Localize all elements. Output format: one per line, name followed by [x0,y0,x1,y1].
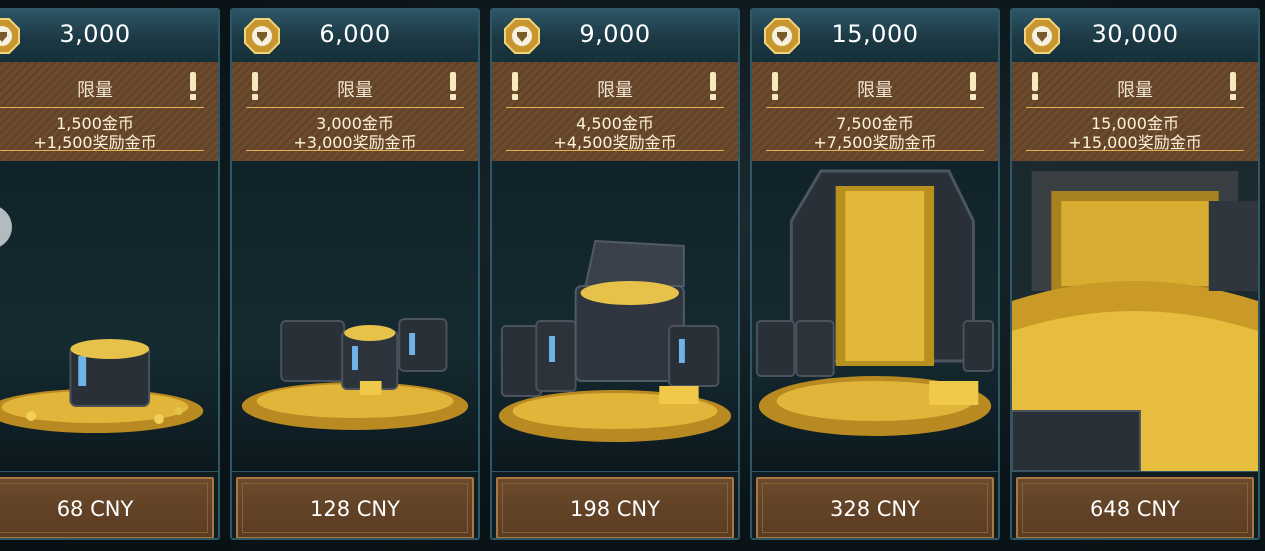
divider [1026,107,1244,108]
price-area: 128 CNY [232,471,478,538]
offer-banner: 限量 4,500金币 +4,500奖励金币 [492,62,738,161]
pack-artwork [1012,161,1258,471]
divider [766,150,984,151]
exclamation-icon [190,72,196,100]
price-area: 328 CNY [752,471,998,538]
coin-pack-card-30000[interactable]: 30,000 限量 15,000金币 +15,000奖励金币 648 CNY [1010,8,1260,540]
limited-label: 限量 [857,80,893,101]
limited-label: 限量 [597,80,633,101]
divider [506,150,724,151]
exclamation-icon [710,72,716,100]
offer-banner: 限量 7,500金币 +7,500奖励金币 [752,62,998,161]
pack-artwork [752,161,998,471]
coin-amount: 3,000 [59,20,131,48]
coin-amount: 6,000 [319,20,391,48]
divider [0,107,204,108]
coin-pack-card-6000[interactable]: 6,000 限量 3,000金币 +3,000奖励金币 128 CNY [230,8,480,540]
limited-label: 限量 [1117,80,1153,101]
buy-button[interactable]: 128 CNY [236,477,474,538]
buy-button[interactable]: 68 CNY [0,477,214,538]
price-label: 198 CNY [570,497,660,521]
exclamation-icon [1230,72,1236,100]
buy-button[interactable]: 648 CNY [1016,477,1254,538]
price-label: 128 CNY [310,497,400,521]
divider [0,150,204,151]
price-area: 648 CNY [1012,471,1258,538]
divider [246,107,464,108]
divider [1026,150,1244,151]
price-label: 328 CNY [830,497,920,521]
card-header: 9,000 [492,10,738,63]
coin-pack-card-3000[interactable]: 3,000 限量 1,500金币 +1,500奖励金币 68 CNY [0,8,220,540]
price-area: 198 CNY [492,471,738,538]
price-label: 648 CNY [1090,497,1180,521]
card-header: 6,000 [232,10,478,63]
exclamation-icon [970,72,976,100]
offer-banner: 限量 3,000金币 +3,000奖励金币 [232,62,478,161]
price-label: 68 CNY [56,497,134,521]
coin-amount: 30,000 [1091,20,1179,48]
coin-pack-card-15000[interactable]: 15,000 限量 7,500金币 +7,500奖励金币 328 CNY [750,8,1000,540]
divider [766,107,984,108]
divider [506,107,724,108]
card-header: 30,000 [1012,10,1258,63]
offer-banner: 限量 1,500金币 +1,500奖励金币 [0,62,218,161]
exclamation-icon [450,72,456,100]
buy-button[interactable]: 198 CNY [496,477,734,538]
pack-artwork [492,161,738,471]
card-header: 3,000 [0,10,218,63]
coin-amount: 15,000 [831,20,919,48]
limited-label: 限量 [337,80,373,101]
pack-artwork [0,161,218,471]
store-stage: 3,000 限量 1,500金币 +1,500奖励金币 68 CNY 6,000… [0,0,1265,551]
buy-button[interactable]: 328 CNY [756,477,994,538]
coin-amount: 9,000 [579,20,651,48]
card-header: 15,000 [752,10,998,63]
pack-artwork [232,161,478,471]
divider [246,150,464,151]
coin-pack-card-9000[interactable]: 9,000 限量 4,500金币 +4,500奖励金币 198 CNY [490,8,740,540]
offer-banner: 限量 15,000金币 +15,000奖励金币 [1012,62,1258,161]
price-area: 68 CNY [0,471,218,538]
